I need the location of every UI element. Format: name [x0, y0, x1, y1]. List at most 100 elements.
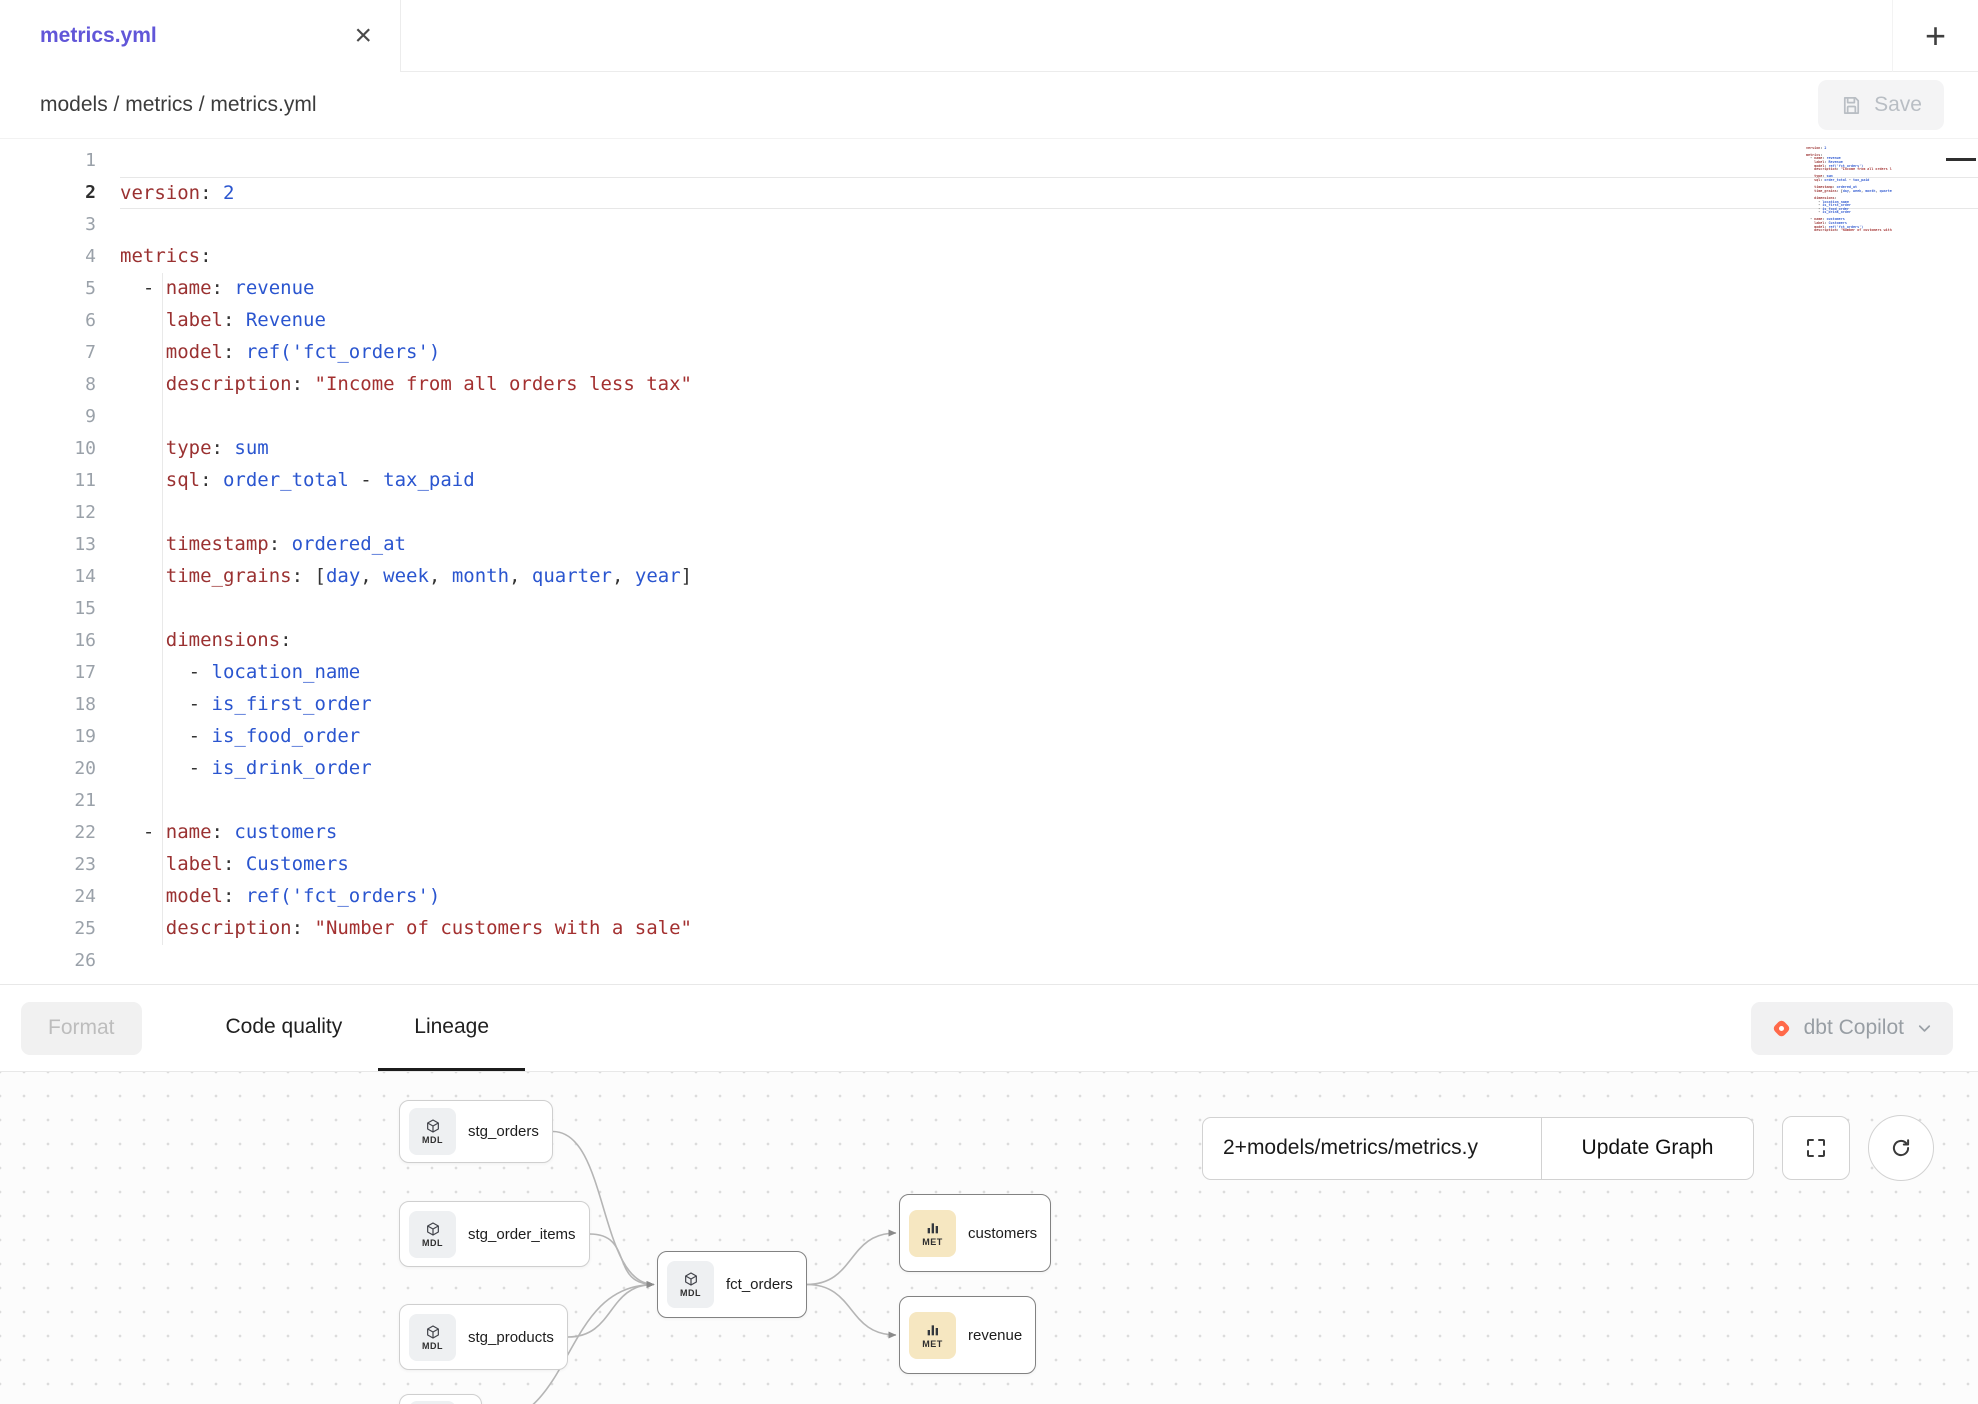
model-icon: MDL: [409, 1401, 456, 1404]
save-icon: [1840, 94, 1863, 117]
minimap-line: time_grains: [day, week, month, quarter,…: [1806, 190, 1892, 194]
node-label: fct_orders: [726, 1276, 793, 1293]
node-kind-badge: MDL: [422, 1135, 443, 1145]
model-icon: MDL: [667, 1261, 714, 1308]
metric-icon: MET: [909, 1312, 956, 1359]
line-number: 5: [0, 273, 96, 305]
line-number: 20: [0, 753, 96, 785]
node-kind-badge: MDL: [422, 1238, 443, 1248]
code-line[interactable]: label: Customers: [120, 849, 1978, 881]
line-number: 19: [0, 721, 96, 753]
code-line[interactable]: - is_drink_order: [120, 753, 1978, 785]
code-line[interactable]: [120, 497, 1978, 529]
code-line[interactable]: dimensions:: [120, 625, 1978, 657]
code-line[interactable]: - is_food_order: [120, 721, 1978, 753]
line-number: 9: [0, 401, 96, 433]
tab-title: metrics.yml: [40, 24, 157, 48]
lineage-controls: Update Graph: [1202, 1115, 1934, 1181]
tab-code-quality[interactable]: Code quality: [190, 985, 379, 1071]
code-line[interactable]: metrics:: [120, 241, 1978, 273]
refresh-button[interactable]: [1868, 1115, 1934, 1181]
breadcrumb[interactable]: models / metrics / metrics.yml: [40, 93, 317, 117]
code-line[interactable]: model: ref('fct_orders'): [120, 337, 1978, 369]
code-line[interactable]: [120, 945, 1978, 977]
code-line[interactable]: time_grains: [day, week, month, quarter,…: [120, 561, 1978, 593]
line-number: 23: [0, 849, 96, 881]
lineage-search-input[interactable]: [1202, 1117, 1542, 1180]
indent-guide: [162, 273, 163, 945]
close-icon[interactable]: ×: [354, 21, 372, 51]
line-number: 14: [0, 561, 96, 593]
line-number: 16: [0, 625, 96, 657]
node-label: revenue: [968, 1327, 1022, 1344]
code-line[interactable]: sql: order_total - tax_paid: [120, 465, 1978, 497]
node-kind-badge: MET: [922, 1237, 943, 1247]
line-number: 6: [0, 305, 96, 337]
fullscreen-button[interactable]: [1782, 1116, 1850, 1180]
line-number-gutter: 1234567891011121314151617181920212223242…: [0, 145, 120, 984]
lineage-node-stg_order_items[interactable]: MDLstg_order_items: [399, 1201, 590, 1267]
model-icon: MDL: [409, 1211, 456, 1258]
code-line[interactable]: label: Revenue: [120, 305, 1978, 337]
line-number: 15: [0, 593, 96, 625]
update-graph-button[interactable]: Update Graph: [1542, 1117, 1754, 1180]
refresh-icon: [1889, 1136, 1913, 1160]
lineage-node-stg_partial[interactable]: MDL: [399, 1394, 482, 1404]
breadcrumb-row: models / metrics / metrics.yml Save: [0, 72, 1978, 139]
tab-lineage[interactable]: Lineage: [378, 985, 525, 1071]
tab-bar-fill: [401, 0, 1892, 72]
minimap-line: description: "Income from all orders les…: [1806, 168, 1892, 172]
lineage-canvas[interactable]: Update Graph MDL stg_orders MDLstg_order_i…: [0, 1072, 1978, 1404]
minimap[interactable]: version: 2metrics: - name: revenue label…: [1806, 143, 1892, 275]
line-number: 17: [0, 657, 96, 689]
code-line[interactable]: [120, 785, 1978, 817]
fullscreen-icon: [1804, 1136, 1828, 1160]
line-number: 18: [0, 689, 96, 721]
code-line[interactable]: timestamp: ordered_at: [120, 529, 1978, 561]
scrollbar-thumb[interactable]: [1946, 158, 1976, 161]
code-line[interactable]: - name: revenue: [120, 273, 1978, 305]
app-window: metrics.yml × + models / metrics / metri…: [0, 0, 1978, 1404]
lineage-edge: [590, 1234, 654, 1285]
code-line[interactable]: - is_first_order: [120, 689, 1978, 721]
code-line[interactable]: [120, 145, 1978, 177]
lineage-node-stg_products[interactable]: MDLstg_products: [399, 1304, 568, 1370]
line-number: 25: [0, 913, 96, 945]
code-line[interactable]: description: "Income from all orders les…: [120, 369, 1978, 401]
line-number: 24: [0, 881, 96, 913]
code-line[interactable]: version: 2: [120, 177, 1978, 209]
code-line[interactable]: [120, 209, 1978, 241]
code-line[interactable]: [120, 593, 1978, 625]
new-tab-button[interactable]: +: [1892, 0, 1978, 72]
lineage-node-stg_orders[interactable]: MDL stg_orders: [399, 1100, 553, 1163]
code-editor[interactable]: 1234567891011121314151617181920212223242…: [0, 139, 1978, 984]
code-line[interactable]: - name: customers: [120, 817, 1978, 849]
lineage-node-customers[interactable]: METcustomers: [899, 1194, 1051, 1272]
bottom-toolbar: Format Code qualityLineage dbt Copilot: [0, 984, 1978, 1072]
node-kind-badge: MDL: [680, 1288, 701, 1298]
code-line[interactable]: [120, 401, 1978, 433]
node-label: stg_orders: [468, 1123, 539, 1140]
code-line[interactable]: - location_name: [120, 657, 1978, 689]
line-number: 11: [0, 465, 96, 497]
line-number: 1: [0, 145, 96, 177]
code-line[interactable]: model: ref('fct_orders'): [120, 881, 1978, 913]
line-number: 3: [0, 209, 96, 241]
tab-metrics-yml[interactable]: metrics.yml ×: [0, 0, 401, 72]
code-area[interactable]: version: 2 metrics: - name: revenue label…: [120, 145, 1978, 984]
line-number: 13: [0, 529, 96, 561]
lineage-node-revenue[interactable]: MET revenue: [899, 1296, 1036, 1374]
code-line[interactable]: description: "Number of customers with a…: [120, 913, 1978, 945]
lineage-edge: [807, 1285, 896, 1336]
line-number: 22: [0, 817, 96, 849]
panel-tabs: Code qualityLineage: [190, 985, 526, 1071]
save-button[interactable]: Save: [1818, 80, 1944, 130]
lineage-node-fct_orders[interactable]: MDL fct_orders: [657, 1251, 807, 1318]
dbt-copilot-icon: [1770, 1017, 1793, 1040]
dbt-copilot-button[interactable]: dbt Copilot: [1751, 1002, 1953, 1055]
tab-bar: metrics.yml × +: [0, 0, 1978, 72]
code-line[interactable]: type: sum: [120, 433, 1978, 465]
minimap-line: description: "Number of customers with a…: [1806, 229, 1892, 233]
copilot-label: dbt Copilot: [1804, 1016, 1904, 1040]
format-button[interactable]: Format: [21, 1002, 142, 1055]
